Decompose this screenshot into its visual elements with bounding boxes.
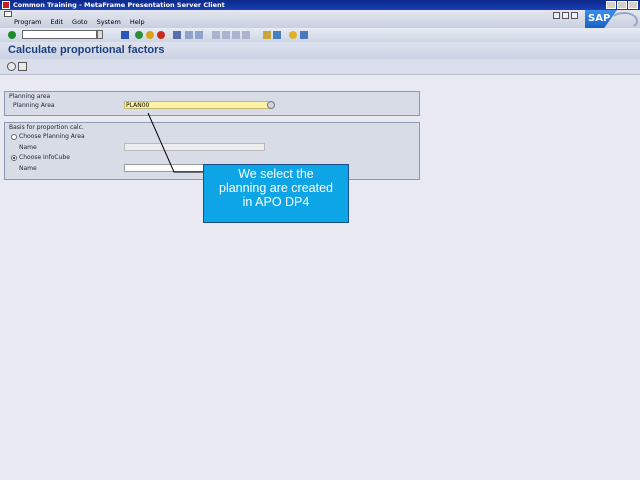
value-help-icon[interactable] — [267, 101, 275, 109]
annotation-callout: We select the planning are created in AP… — [203, 164, 349, 223]
help-icon[interactable] — [289, 31, 297, 39]
planning-area-field[interactable]: PLAN00 — [124, 101, 269, 109]
maximize-icon[interactable] — [562, 12, 569, 19]
menu-goto[interactable]: Goto — [72, 18, 88, 26]
close-icon[interactable] — [571, 12, 578, 19]
callout-line-3: in APO DP4 — [242, 195, 310, 209]
new-session-icon[interactable] — [263, 31, 271, 39]
choose-infocube-label: Choose InfoCube — [19, 154, 70, 161]
checkmark-icon[interactable] — [8, 31, 16, 39]
find-next-icon[interactable] — [195, 31, 203, 39]
window-title-bar: Common Training - MetaFrame Presentation… — [0, 0, 640, 10]
back-icon[interactable] — [135, 31, 143, 39]
window-title: Common Training - MetaFrame Presentation… — [13, 1, 225, 9]
system-menu-icon[interactable] — [4, 11, 12, 17]
history-icon[interactable] — [106, 31, 112, 39]
name-label: Name — [19, 165, 37, 172]
menu-system[interactable]: System — [97, 18, 121, 26]
choose-infocube-radio[interactable] — [11, 155, 17, 161]
find-icon[interactable] — [185, 31, 193, 39]
planning-area-label: Planning Area — [13, 102, 55, 109]
planning-area-name-field — [124, 143, 265, 151]
app-icon — [2, 1, 10, 9]
minimize-icon[interactable] — [553, 12, 560, 19]
close-icon[interactable] — [628, 1, 638, 9]
standard-toolbar — [0, 28, 640, 43]
choose-planning-area-label: Choose Planning Area — [19, 133, 85, 140]
shortcut-icon[interactable] — [273, 31, 281, 39]
page-title: Calculate proportional factors — [0, 42, 640, 59]
group-title: Planning area — [9, 93, 51, 100]
exit-icon[interactable] — [146, 31, 154, 39]
menu-edit[interactable]: Edit — [50, 18, 63, 26]
cancel-icon[interactable] — [157, 31, 165, 39]
first-page-icon[interactable] — [212, 31, 220, 39]
last-page-icon[interactable] — [242, 31, 250, 39]
next-page-icon[interactable] — [232, 31, 240, 39]
command-dropdown-icon[interactable] — [97, 30, 103, 39]
callout-line-1: We select the — [238, 167, 314, 181]
layout-icon[interactable] — [300, 31, 308, 39]
maximize-icon[interactable] — [617, 1, 627, 9]
choose-planning-area-radio[interactable] — [11, 134, 17, 140]
application-toolbar — [0, 59, 640, 75]
execute-background-icon[interactable] — [18, 62, 27, 71]
menu-help[interactable]: Help — [130, 18, 145, 26]
save-icon[interactable] — [121, 31, 129, 39]
menu-program[interactable]: Program — [14, 18, 41, 26]
minimize-icon[interactable] — [606, 1, 616, 9]
print-icon[interactable] — [173, 31, 181, 39]
menu-bar: Program Edit Goto System Help — [0, 10, 640, 28]
command-field[interactable] — [22, 30, 97, 39]
execute-icon[interactable] — [7, 62, 16, 71]
previous-page-icon[interactable] — [222, 31, 230, 39]
planning-area-group: Planning area Planning Area PLAN00 — [4, 91, 420, 116]
name-label: Name — [19, 144, 37, 151]
group-title: Basis for proportion calc. — [9, 124, 84, 131]
callout-line-2: planning are created — [219, 181, 333, 195]
